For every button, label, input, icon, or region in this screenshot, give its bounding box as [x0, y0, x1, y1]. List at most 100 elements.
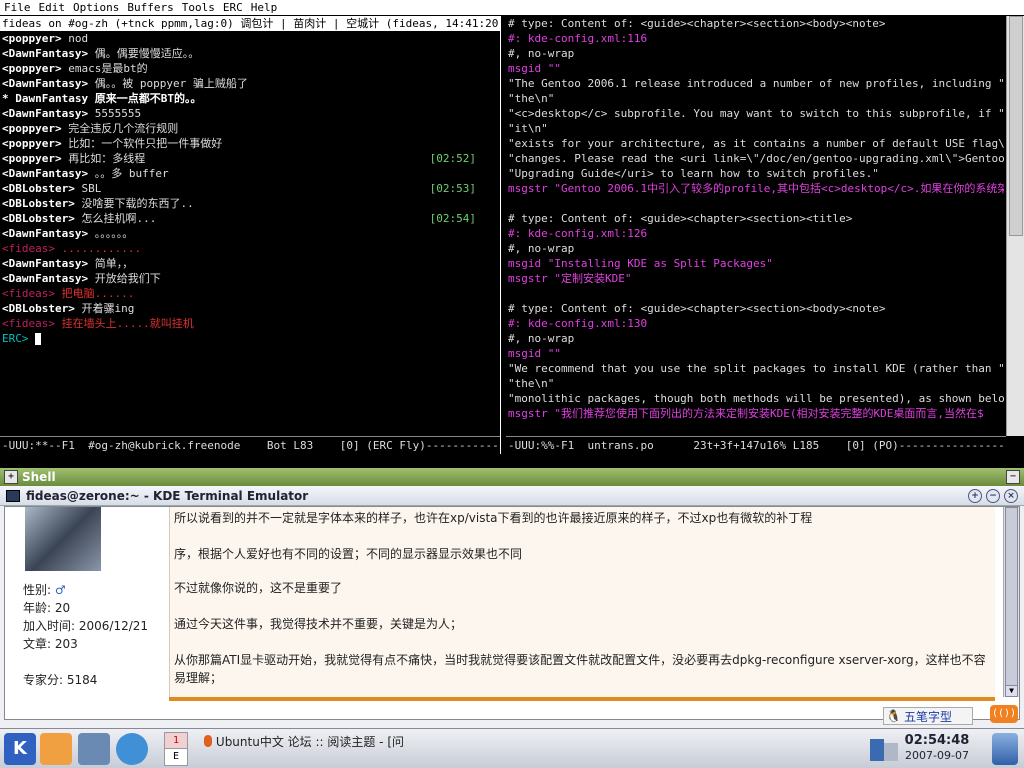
po-buffer[interactable]: # type: Content of: <guide><chapter><sec…	[506, 16, 1004, 436]
ime-toolbar[interactable]: 🐧 五笔字型	[883, 707, 973, 725]
menu-file[interactable]: File	[0, 0, 35, 15]
erc-buffer[interactable]: fideas on #og-zh (+tnck ppmm,lag:0) 调包计 …	[0, 16, 500, 436]
chat-text: 怎么挂机啊...	[74, 212, 157, 225]
k-menu-button[interactable]: K	[4, 733, 36, 765]
chat-line: * DawnFantasy 原来一点都不BT的。。	[0, 91, 500, 106]
chat-text: 。。。。。。	[88, 227, 134, 240]
post-paragraph: 从你那篇ATI显卡驱动开始，我就觉得有点不痛快，当时我就觉得要该配置文件就改配置…	[174, 653, 986, 685]
add-tab-icon[interactable]: +	[4, 470, 18, 484]
erc-prompt: ERC>	[2, 332, 29, 345]
trash-icon[interactable]	[992, 733, 1018, 765]
klipper-icon[interactable]	[870, 739, 884, 761]
terminal-scrollbar-thumb[interactable]	[1005, 507, 1018, 687]
system-icon[interactable]	[78, 733, 110, 765]
chat-text: 比如：一个软件只把一件事做好	[61, 137, 223, 150]
close-icon[interactable]: ×	[1004, 489, 1018, 503]
chat-nick: <DawnFantasy>	[2, 167, 89, 180]
erc-modeline: -UUU:**--F1 #og-zh@kubrick.freenode Bot …	[0, 436, 500, 454]
collapse-icon[interactable]: −	[1006, 470, 1020, 484]
emacs-scrollbar[interactable]	[1006, 16, 1024, 436]
text-cursor	[35, 333, 42, 345]
system-tray[interactable]	[864, 733, 904, 765]
chat-nick: <DBLobster>	[2, 212, 75, 225]
chat-nick: * DawnFantasy	[2, 92, 89, 105]
profile-age: 年龄: 20	[23, 601, 71, 615]
menu-erc[interactable]: ERC	[219, 0, 247, 15]
chat-text: 。。多 buffer	[88, 167, 169, 180]
desktop-pager[interactable]: 1 E	[164, 732, 188, 766]
menu-options[interactable]: Options	[69, 0, 123, 15]
volume-icon[interactable]	[884, 743, 898, 761]
terminal-content[interactable]: 性别: ♂ 年龄: 20 加入时间: 2006/12/21 文章: 203 专家…	[4, 506, 1020, 725]
terminal-icon	[6, 489, 20, 502]
po-modeline: -UUU:%%-F1 untrans.po 23t+3f+147u16% L18…	[506, 436, 1006, 454]
chat-nick: <fideas>	[2, 242, 55, 255]
profile-gender: 性别: ♂	[23, 583, 66, 597]
user-profile: 性别: ♂ 年龄: 20 加入时间: 2006/12/21 文章: 203 专家…	[19, 507, 169, 697]
home-icon[interactable]	[40, 733, 72, 765]
menu-help[interactable]: Help	[247, 0, 282, 15]
po-line: "monolithic packages, though both method…	[508, 392, 1004, 405]
task-title: Ubuntu中文 论坛 :: 阅读主题 - [问	[215, 734, 404, 749]
sticky-icon[interactable]: +	[968, 489, 982, 503]
chat-line: <fideas> ............	[0, 241, 500, 256]
kde-panel: K 1 E Ubuntu中文 论坛 :: 阅读主题 - [问 02:54:48 …	[0, 728, 1024, 768]
chat-nick: <DawnFantasy>	[2, 77, 89, 90]
chat-text: 完全违反几个流行规则	[61, 122, 179, 135]
scroll-down-icon[interactable]: ▼	[1005, 685, 1018, 697]
chat-line: <DawnFantasy> 。。多 buffer	[0, 166, 500, 181]
network-icon[interactable]	[116, 733, 148, 765]
pager-desktop-2[interactable]: E	[165, 749, 187, 765]
chat-line: <DBLobster> 开着骡ing	[0, 301, 500, 316]
post-body: 所以说看到的并不一定就是字体本来的样子，也许在xp/vista下看到的也许最接近…	[169, 507, 995, 697]
ime-tray-icon[interactable]: (())	[990, 705, 1018, 723]
post-text: 序，根据个人爱好也有不同的设置；不同的显示器显示效果也不同	[174, 547, 523, 561]
post-paragraph: 所以说看到的并不一定就是字体本来的样子，也许在xp/vista下看到的也许最接近…	[174, 509, 991, 563]
chat-line: <DBLobster> 没啥要下载的东西了..	[0, 196, 500, 211]
po-line: "The Gentoo 2006.1 release introduced a …	[508, 77, 1004, 90]
chat-nick: <DBLobster>	[2, 302, 75, 315]
erc-input-line[interactable]: ERC>	[0, 331, 500, 346]
po-line: "exists for your architecture, as it con…	[508, 137, 1004, 150]
chat-text: 没啥要下载的东西了..	[74, 197, 194, 210]
chat-text: 把电脑......	[54, 287, 135, 300]
chat-text: nod	[61, 32, 89, 45]
po-line: msgid "Installing KDE as Split Packages"	[508, 257, 773, 270]
timestamp: [02:52]	[429, 152, 476, 165]
chat-text: ............	[54, 242, 142, 255]
chat-line: <DawnFantasy> 简单，，	[0, 256, 500, 271]
scrollbar-thumb[interactable]	[1009, 16, 1023, 236]
chat-nick: <poppyer>	[2, 152, 62, 165]
terminal-scrollbar[interactable]: ▼	[1003, 507, 1019, 697]
taskbar-task[interactable]: Ubuntu中文 论坛 :: 阅读主题 - [问	[204, 733, 404, 749]
chat-line: <DBLobster> 怎么挂机啊... [02:54]	[0, 211, 500, 226]
chat-line: <DawnFantasy> 偶。。被 poppyer 骗上贼船了	[0, 76, 500, 91]
erc-header-line: fideas on #og-zh (+tnck ppmm,lag:0) 调包计 …	[0, 16, 500, 31]
chat-text: 开放给我们下	[88, 272, 161, 285]
chat-nick: <poppyer>	[2, 122, 62, 135]
po-line: # type: Content of: <guide><chapter><sec…	[508, 17, 886, 30]
chat-text: 5555555	[88, 107, 142, 120]
menu-edit[interactable]: Edit	[35, 0, 70, 15]
chat-nick: <DawnFantasy>	[2, 227, 89, 240]
clock[interactable]: 02:54:48 2007-09-07	[904, 733, 970, 765]
menu-buffers[interactable]: Buffers	[123, 0, 177, 15]
chat-text: emacs是最bt的	[61, 62, 148, 75]
profile-posts: 文章: 203	[23, 637, 78, 651]
minibuffer[interactable]	[0, 454, 1024, 468]
chat-nick: <fideas>	[2, 317, 55, 330]
emacs-menubar: File Edit Options Buffers Tools ERC Help	[0, 0, 1024, 16]
chat-nick: <poppyer>	[2, 137, 62, 150]
chat-line: <fideas> 挂在墙头上.....就叫挂机	[0, 316, 500, 331]
ime-name: 五笔字型	[903, 709, 952, 724]
po-line: # type: Content of: <guide><chapter><sec…	[508, 302, 886, 315]
pager-desktop-1[interactable]: 1	[165, 733, 187, 749]
timestamp: [02:53]	[429, 182, 476, 195]
menu-tools[interactable]: Tools	[178, 0, 219, 15]
chat-nick: <fideas>	[2, 287, 55, 300]
clock-time: 02:54:48	[904, 733, 970, 748]
chat-nick: <DawnFantasy>	[2, 107, 89, 120]
minimize-icon[interactable]: −	[986, 489, 1000, 503]
chat-nick: <DawnFantasy>	[2, 47, 89, 60]
chat-line: <poppyer> 完全违反几个流行规则	[0, 121, 500, 136]
